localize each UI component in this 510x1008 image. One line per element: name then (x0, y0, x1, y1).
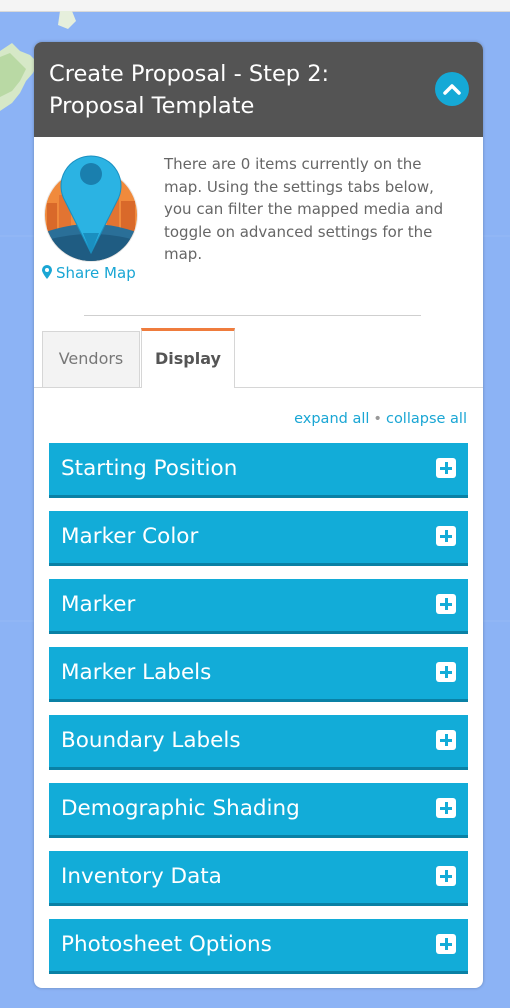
section-marker-color[interactable]: Marker Color (49, 511, 468, 566)
section-marker[interactable]: Marker (49, 579, 468, 634)
share-map-link[interactable]: Share Map (42, 264, 136, 282)
panel-header: Create Proposal - Step 2: Proposal Templ… (34, 42, 483, 137)
section-marker-labels[interactable]: Marker Labels (49, 647, 468, 702)
map-marker-icon (42, 265, 52, 279)
section-label: Marker (61, 592, 136, 617)
intro-description: There are 0 items currently on the map. … (164, 155, 444, 263)
panel-title: Create Proposal - Step 2: Proposal Templ… (49, 61, 330, 119)
chevron-up-icon (443, 84, 461, 95)
section-label: Boundary Labels (61, 728, 241, 753)
section-starting-position[interactable]: Starting Position (49, 443, 468, 498)
plus-square-icon (436, 526, 456, 546)
section-boundary-labels[interactable]: Boundary Labels (49, 715, 468, 770)
proposal-panel: Create Proposal - Step 2: Proposal Templ… (34, 42, 483, 988)
settings-tabs: Vendors Display (34, 328, 483, 388)
collapse-all-link[interactable]: collapse all (386, 411, 467, 427)
section-label: Marker Color (61, 524, 199, 549)
collapse-panel-button[interactable] (435, 72, 469, 106)
plus-square-icon (436, 934, 456, 954)
tab-display[interactable]: Display (141, 328, 235, 388)
expand-collapse-controls: expand all • collapse all (294, 411, 467, 427)
map-pin-logo (44, 155, 138, 262)
expand-all-link[interactable]: expand all (294, 411, 369, 427)
tab-vendors[interactable]: Vendors (42, 331, 140, 387)
plus-square-icon (436, 798, 456, 818)
section-photosheet-options[interactable]: Photosheet Options (49, 919, 468, 974)
intro-section: Share Map There are 0 items currently on… (34, 137, 483, 316)
plus-square-icon (436, 458, 456, 478)
section-inventory-data[interactable]: Inventory Data (49, 851, 468, 906)
intro-divider (84, 315, 421, 316)
display-sections: Starting Position Marker Color Marker Ma… (49, 443, 468, 987)
section-label: Demographic Shading (61, 796, 300, 821)
plus-square-icon (436, 866, 456, 886)
section-label: Starting Position (61, 456, 238, 481)
share-map-label: Share Map (56, 264, 136, 282)
plus-square-icon (436, 730, 456, 750)
plus-square-icon (436, 594, 456, 614)
section-label: Marker Labels (61, 660, 212, 685)
section-demographic-shading[interactable]: Demographic Shading (49, 783, 468, 838)
plus-square-icon (436, 662, 456, 682)
link-separator: • (373, 411, 382, 427)
section-label: Photosheet Options (61, 932, 272, 957)
section-label: Inventory Data (61, 864, 222, 889)
